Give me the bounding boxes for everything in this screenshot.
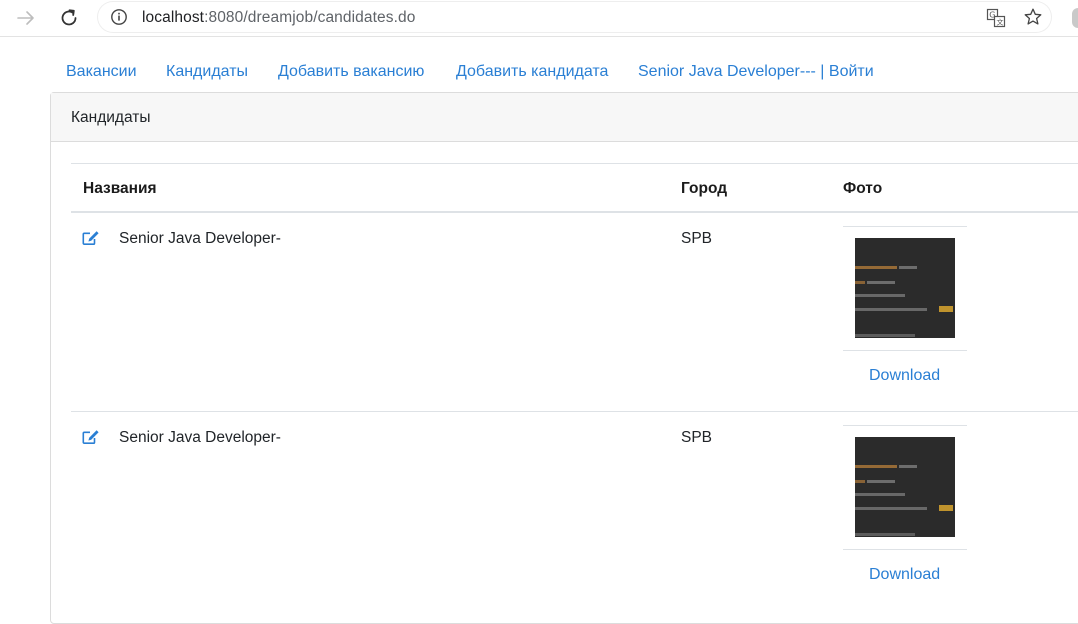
download-link[interactable]: Download	[869, 367, 940, 385]
nav-link-add-vacancy[interactable]: Добавить вакансию	[278, 63, 424, 81]
address-bar[interactable]: localhost:8080/dreamjob/candidates.do G …	[98, 2, 1051, 32]
column-header-photo: Фото	[843, 180, 883, 197]
column-header-city: Город	[681, 180, 728, 197]
profile-button-edge[interactable]	[1072, 8, 1078, 28]
candidate-photo-cell: Download	[843, 425, 967, 583]
nav-link-add-candidate[interactable]: Добавить кандидата	[456, 63, 608, 81]
candidate-photo	[855, 437, 955, 537]
browser-toolbar: localhost:8080/dreamjob/candidates.do G …	[0, 0, 1078, 37]
table-header-divider	[71, 211, 1078, 213]
candidate-name: Senior Java Developer-	[119, 230, 281, 247]
url-path: :8080/dreamjob/candidates.do	[204, 9, 416, 26]
nav-link-vacancies[interactable]: Вакансии	[66, 63, 137, 81]
candidate-name: Senior Java Developer-	[119, 429, 281, 446]
table-top-border	[71, 163, 1078, 164]
url-host: localhost	[142, 9, 205, 26]
url-text[interactable]: localhost:8080/dreamjob/candidates.do	[142, 9, 415, 27]
svg-text:文: 文	[997, 18, 1004, 27]
candidate-photo	[855, 238, 955, 338]
card-title: Кандидаты	[71, 109, 151, 126]
nav-link-user-login[interactable]: Senior Java Developer--- | Войти	[638, 63, 874, 81]
forward-icon[interactable]	[14, 6, 38, 30]
star-icon[interactable]	[1023, 7, 1043, 27]
candidate-photo-cell: Download	[843, 226, 967, 384]
column-header-name: Названия	[83, 180, 157, 197]
edit-icon[interactable]	[82, 230, 100, 246]
reload-icon[interactable]	[57, 6, 81, 30]
card-header: Кандидаты	[51, 93, 1078, 142]
download-link[interactable]: Download	[869, 566, 940, 584]
candidates-card: Кандидаты Названия Город Фото Senior Jav…	[50, 92, 1078, 624]
edit-icon[interactable]	[82, 429, 100, 445]
candidate-city: SPB	[681, 429, 713, 446]
info-icon[interactable]	[110, 8, 128, 26]
row-divider	[71, 411, 1078, 412]
nav-link-candidates[interactable]: Кандидаты	[166, 63, 248, 81]
translate-icon[interactable]: G 文	[986, 8, 1006, 28]
candidate-city: SPB	[681, 230, 713, 247]
